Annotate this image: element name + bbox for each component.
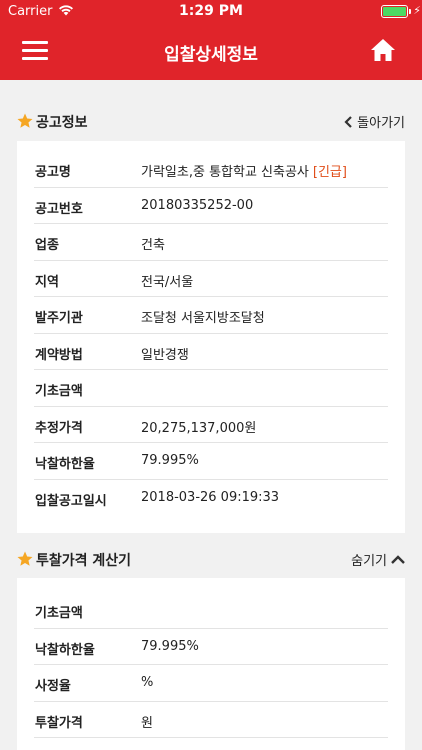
row-value: 건축	[141, 234, 165, 253]
row-value-text: %	[141, 675, 154, 690]
row-value-text: 20,275,137,000원	[141, 420, 257, 436]
row-value-text: 20180335252-00	[141, 197, 254, 213]
info-row: 추정가격 20,275,137,000원	[34, 407, 388, 443]
row-label: 기초금액	[35, 384, 83, 399]
row-value-text: 79.995%	[141, 453, 199, 468]
row-label: 낙찰하한율	[35, 642, 95, 658]
row-value: 79.995%	[141, 639, 199, 654]
row-value-text: 79.995%	[141, 638, 199, 654]
row-label: 업종	[35, 238, 59, 253]
home-icon	[371, 39, 395, 61]
row-label: 공고명	[35, 165, 71, 180]
info-row: 기초금액	[34, 592, 388, 629]
row-value: 20180335252-00	[141, 198, 253, 213]
page-title: 입찰상세정보	[164, 45, 258, 65]
row-label: 투찰가격	[35, 715, 83, 731]
info-row: 업종 건축	[34, 224, 388, 261]
row-label: 추정가격	[35, 420, 83, 436]
info-row: 낙찰하한율 79.995%	[34, 629, 388, 665]
row-label: 계약방법	[35, 347, 83, 363]
notice-section-title: 공고정보	[36, 115, 88, 131]
row-value: 가락일초,중 통합학교 신축공사 [긴급]	[141, 161, 347, 180]
info-row: 공고명 가락일초,중 통합학교 신축공사 [긴급]	[34, 151, 388, 188]
row-label: 공고번호	[35, 201, 83, 217]
row-value: 2018-03-26 09:19:33	[141, 490, 279, 505]
chevron-up-icon	[391, 555, 405, 564]
row-value: %	[141, 675, 153, 690]
row-label: 지역	[35, 274, 59, 290]
star-icon	[17, 551, 33, 566]
row-value: 79.995%	[141, 453, 199, 468]
calculator-section-title: 투찰가격 계산기	[36, 553, 132, 569]
row-value-text: 전국/서울	[141, 274, 194, 290]
row-value-text: 가락일초,중 통합학교 신축공사	[141, 165, 309, 180]
battery-cap	[409, 9, 411, 14]
row-value: 원	[141, 712, 153, 731]
row-value-text: 조달청 서울지방조달청	[141, 311, 265, 326]
info-row: 입찰공고일시 2018-03-26 09:19:33	[34, 480, 388, 517]
top-bar: Carrier 1:29 PM ⚡ 입찰상세정보	[0, 0, 422, 80]
star-icon	[17, 113, 33, 128]
notice-info-card: 공고명 가락일초,중 통합학교 신축공사 [긴급] 공고번호 20180335252-0…	[17, 141, 405, 533]
home-button[interactable]	[370, 38, 396, 62]
row-value: 일반경쟁	[141, 344, 189, 363]
row-value: 20,275,137,000원	[141, 417, 256, 436]
notice-section-header: 공고정보 돌아가기	[0, 107, 422, 137]
row-value-text: 건축	[141, 238, 165, 253]
info-row: 발주기관 조달청 서울지방조달청	[34, 297, 388, 334]
info-row: 투찰가격 원	[34, 702, 388, 738]
calculator-section-header: 투찰가격 계산기 숨기기	[0, 545, 422, 575]
back-label: 돌아가기	[357, 116, 405, 131]
calculator-card: 기초금액낙찰하한율 79.995% 사정율% 투찰가격 원	[17, 578, 405, 750]
row-label: 입찰공고일시	[35, 493, 107, 509]
row-label: 사정율	[35, 679, 71, 694]
status-bar: Carrier 1:29 PM ⚡	[0, 0, 422, 24]
row-label: 발주기관	[35, 311, 83, 326]
chevron-left-icon	[344, 116, 352, 128]
back-button[interactable]: 돌아가기	[343, 112, 405, 131]
info-row: 계약방법 일반경쟁	[34, 334, 388, 370]
row-value-text: 일반경쟁	[141, 347, 189, 363]
info-row: 낙찰하한율 79.995%	[34, 443, 388, 480]
status-time: 1:29 PM	[179, 3, 243, 19]
info-row: 지역 전국/서울	[34, 261, 388, 297]
hide-label: 숨기기	[351, 554, 387, 569]
charging-icon: ⚡	[413, 4, 421, 17]
row-value-text: 2018-03-26 09:19:33	[141, 489, 280, 505]
row-value-text: 원	[141, 715, 153, 731]
hide-button[interactable]: 숨기기	[351, 550, 405, 569]
info-row: 사정율%	[34, 665, 388, 702]
info-row: 공고번호 20180335252-00	[34, 188, 388, 224]
battery-icon	[381, 5, 408, 18]
urgent-tag: [긴급]	[312, 165, 347, 180]
info-row: 기초금액	[34, 370, 388, 407]
row-value: 전국/서울	[141, 271, 193, 290]
row-value: 조달청 서울지방조달청	[141, 307, 265, 326]
row-label: 기초금액	[35, 606, 83, 621]
row-label: 낙찰하한율	[35, 457, 95, 472]
